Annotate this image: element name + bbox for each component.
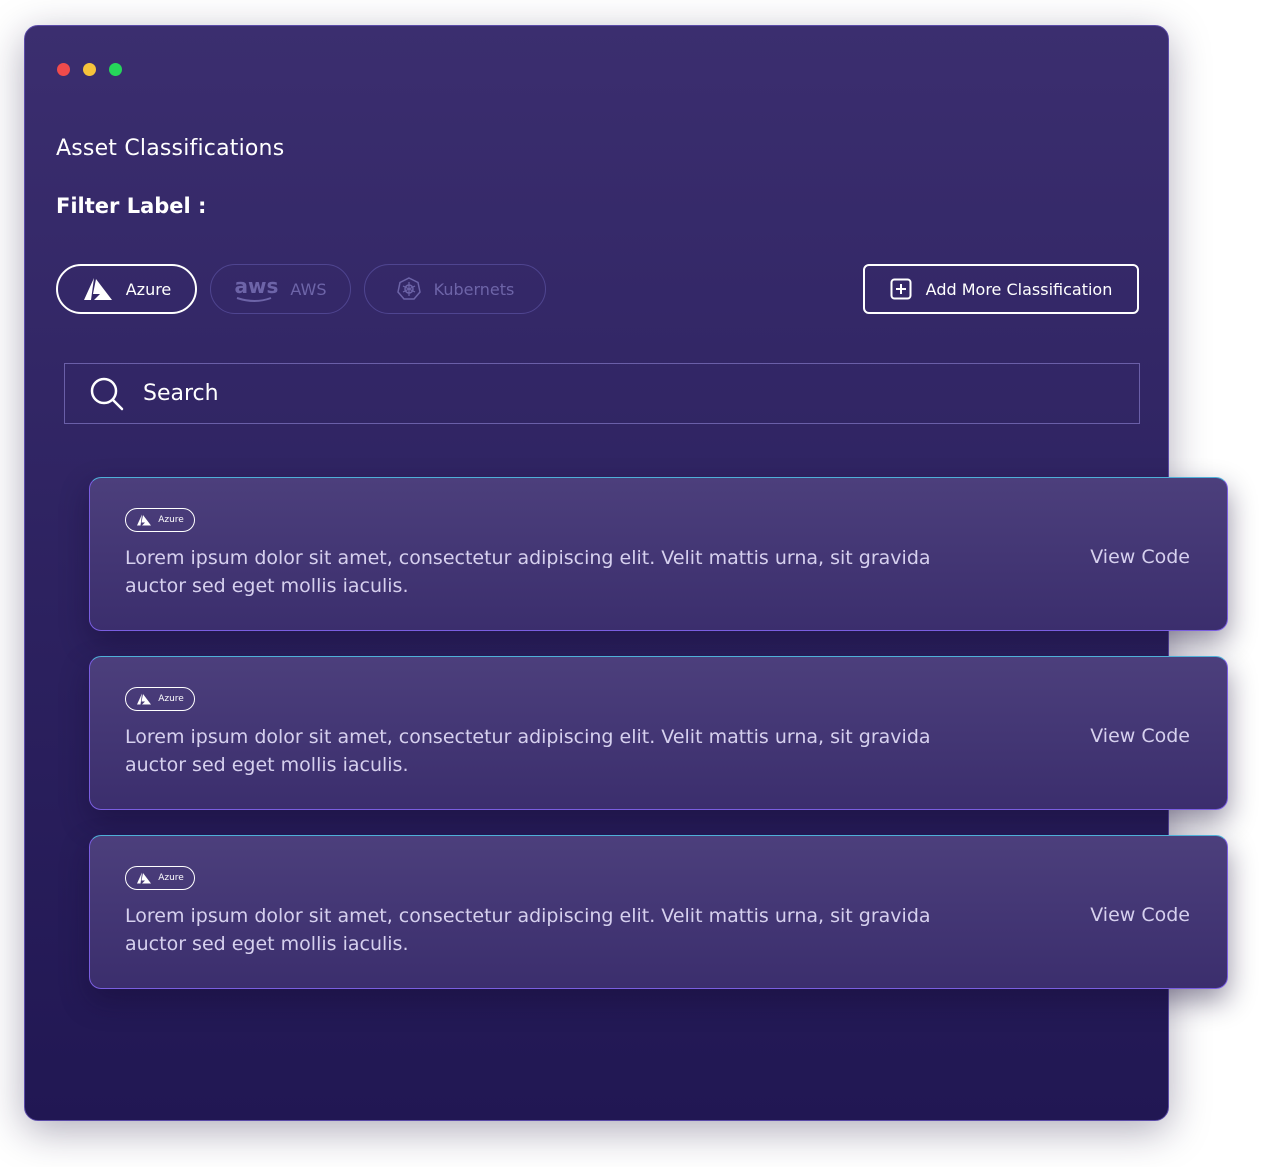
card-description: Lorem ipsum dolor sit amet, consectetur … [125,726,931,776]
azure-icon [83,278,112,300]
minimize-dot[interactable] [83,63,96,76]
result-card: Azure Lorem ipsum dolor sit amet, consec… [89,477,1228,631]
filter-chip-azure[interactable]: Azure [56,264,197,314]
azure-icon [137,514,152,526]
filter-chip-label: AWS [290,279,327,299]
result-card: Azure Lorem ipsum dolor sit amet, consec… [89,835,1228,989]
view-code-link[interactable]: View Code [1090,546,1190,568]
add-classification-button[interactable]: Add More Classification [863,264,1139,314]
view-code-link[interactable]: View Code [1090,725,1190,747]
azure-badge: Azure [125,687,195,711]
filter-chip-aws[interactable]: aws AWS [210,264,351,314]
filter-chip-kubernetes[interactable]: Kubernets [364,264,546,314]
add-classification-label: Add More Classification [925,279,1113,299]
kubernetes-icon [396,277,421,300]
azure-icon [137,693,152,705]
plus-square-icon [890,278,912,300]
azure-icon [137,872,152,884]
maximize-dot[interactable] [109,63,122,76]
filter-chip-label: Kubernets [433,279,515,299]
close-dot[interactable] [57,63,70,76]
card-description: Lorem ipsum dolor sit amet, consectetur … [125,547,931,597]
view-code-link[interactable]: View Code [1090,904,1190,926]
aws-icon: aws [235,276,278,302]
filter-label: Filter Label : [56,194,207,218]
card-description: Lorem ipsum dolor sit amet, consectetur … [125,905,931,955]
result-card: Azure Lorem ipsum dolor sit amet, consec… [89,656,1228,810]
azure-badge: Azure [125,508,195,532]
search-placeholder: Search [143,381,219,406]
search-icon [90,377,124,410]
search-input[interactable]: Search [64,363,1140,424]
filter-chip-label: Azure [125,279,172,299]
window-controls [57,63,122,76]
azure-badge: Azure [125,866,195,890]
page-title: Asset Classifications [56,136,285,161]
